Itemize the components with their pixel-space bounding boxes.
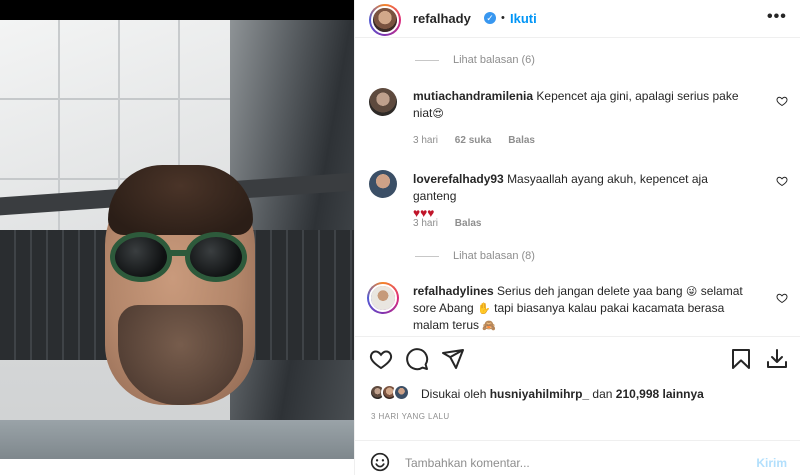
view-replies-button[interactable]: Lihat balasan (8) (415, 250, 535, 262)
comment-username[interactable]: loverefalhady93 (413, 172, 504, 186)
author-avatar[interactable] (369, 4, 401, 36)
comment-body: refalhadylines Serius deh jangan delete … (413, 283, 753, 334)
reply-line (415, 255, 439, 257)
comment-icon[interactable] (405, 347, 429, 371)
view-replies-button[interactable]: Lihat balasan (6) (415, 54, 535, 66)
reply-line (415, 59, 439, 61)
post-details-pane: refalhady ✓ • Ikuti ••• Lihat balasan (6… (354, 0, 800, 475)
comment-body: loverefalhady93 Masyaallah ayang akuh, k… (413, 171, 743, 222)
liker-username[interactable]: husniyahilmihrp_ (490, 387, 589, 401)
emoji-icon[interactable] (370, 452, 390, 472)
comment-username[interactable]: mutiachandramilenia (413, 89, 533, 103)
comment-username[interactable]: refalhadylines (413, 284, 494, 298)
separator-dot: • (501, 12, 505, 24)
bookmark-icon[interactable] (729, 347, 753, 371)
comment-like-heart-icon[interactable] (776, 95, 788, 107)
commenter-avatar[interactable] (369, 170, 397, 198)
liked-by: Disukai oleh husniyahilmihrp_ dan 210,99… (421, 387, 704, 401)
liked-by-prefix: Disukai oleh (421, 387, 487, 401)
download-icon[interactable] (765, 347, 789, 371)
post-timestamp[interactable]: 3 HARI YANG LALU (371, 412, 450, 421)
comment-text: Serius deh jangan delete yaa bang (497, 284, 683, 298)
sunglasses-right-lens (185, 232, 247, 282)
view-replies-label: Lihat balasan (6) (453, 54, 535, 66)
comment-time[interactable]: 3 hari (413, 135, 438, 146)
comment-like-heart-icon[interactable] (776, 175, 788, 187)
comment-meta: 3 hari Balas (413, 218, 495, 229)
reply-button[interactable]: Balas (508, 135, 535, 146)
sweater (0, 420, 354, 459)
comment-body: mutiachandramilenia Kepencet aja gini, a… (413, 88, 743, 122)
commenter-avatar[interactable] (369, 88, 397, 116)
post-photo[interactable] (0, 0, 354, 459)
comment-like-heart-icon[interactable] (776, 292, 788, 304)
post-comment-button[interactable]: Kirim (756, 456, 787, 470)
avatar-image (369, 170, 397, 198)
photo-top-bar (0, 0, 354, 20)
comment-emoji: ✋ (477, 302, 491, 315)
post-modal: refalhady ✓ • Ikuti ••• Lihat balasan (6… (0, 0, 800, 475)
hair (108, 165, 253, 235)
comment-input[interactable]: Tambahkan komentar... (405, 456, 530, 470)
liker-avatar[interactable] (393, 384, 410, 401)
post-header: refalhady ✓ • Ikuti ••• (355, 0, 800, 38)
reply-button[interactable]: Balas (455, 218, 482, 229)
more-options-icon[interactable]: ••• (767, 8, 787, 26)
comment-emoji: 😍 (432, 107, 444, 120)
heart-icon[interactable] (369, 347, 393, 371)
comment-emoji: 😜 (685, 285, 698, 298)
view-replies-label: Lihat balasan (8) (453, 250, 535, 262)
author-username[interactable]: refalhady (413, 11, 471, 26)
avatar-image (371, 286, 395, 310)
likes-count[interactable]: 210,998 lainnya (616, 387, 704, 401)
add-comment-bar: Tambahkan komentar... Kirim (355, 440, 800, 475)
comment-time[interactable]: 3 hari (413, 218, 438, 229)
commenter-avatar[interactable] (367, 282, 399, 314)
comment-emoji: 🙈 (482, 319, 497, 332)
liked-by-middle: dan (592, 387, 613, 401)
divider (355, 336, 800, 337)
verified-badge-icon: ✓ (484, 12, 496, 24)
comment-meta: 3 hari 62 suka Balas (413, 135, 549, 146)
avatar-image (373, 8, 397, 32)
sunglasses-bridge (168, 250, 188, 256)
share-icon[interactable] (441, 347, 465, 371)
follow-button[interactable]: Ikuti (510, 11, 537, 26)
photo-bottom-strip (0, 459, 354, 475)
sunglasses-left-lens (110, 232, 172, 282)
avatar-image (369, 88, 397, 116)
comment-likes[interactable]: 62 suka (455, 135, 492, 146)
